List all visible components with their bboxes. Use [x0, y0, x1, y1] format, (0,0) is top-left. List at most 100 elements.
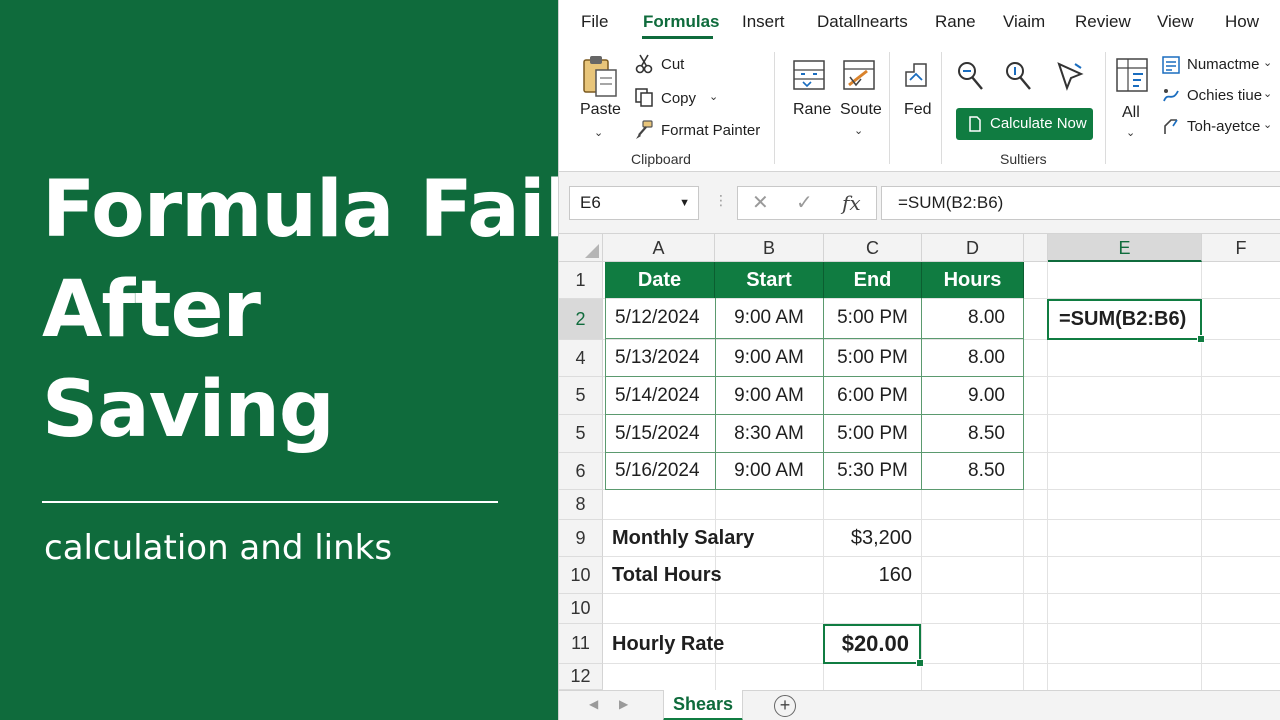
document-icon: [969, 116, 981, 132]
menu-file[interactable]: File: [581, 12, 608, 32]
table-cell[interactable]: 5:00 PM: [824, 415, 922, 453]
remove-arrows-icon: [1057, 62, 1084, 91]
soute-button[interactable]: Soute: [840, 101, 882, 119]
enter-check-icon[interactable]: ✓: [796, 193, 813, 213]
name-box[interactable]: E6 ▼: [569, 186, 699, 220]
ribbon-separator: [774, 52, 775, 164]
menu-viaim[interactable]: Viaim: [1003, 12, 1045, 32]
trace-precedents-icon: [958, 62, 983, 90]
copy-chevron-icon[interactable]: ⌄: [709, 88, 718, 106]
menu-view[interactable]: View: [1157, 12, 1194, 32]
table-cell[interactable]: 9:00 AM: [715, 453, 824, 490]
hourly-rate-value[interactable]: $20.00: [823, 624, 924, 667]
row-header[interactable]: 10: [559, 557, 603, 594]
table-cell[interactable]: 8.50: [922, 415, 1024, 453]
row-header[interactable]: 12: [559, 664, 603, 690]
total-hours-value[interactable]: 160: [824, 557, 912, 594]
table-cell[interactable]: 5/16/2024: [605, 453, 716, 490]
fed-button[interactable]: Fed: [904, 101, 932, 119]
ribbon-separator: [941, 52, 942, 164]
row-header[interactable]: 2: [559, 299, 603, 340]
row-header[interactable]: 1: [559, 262, 603, 299]
column-header-a[interactable]: A: [603, 234, 715, 262]
table-cell[interactable]: 5/14/2024: [605, 377, 716, 415]
cancel-icon[interactable]: ✕: [752, 193, 769, 213]
formula-bar: E6 ▼ ⋮ ✕ ✓ fx =SUM(B2:B6): [559, 172, 1280, 234]
table-cell[interactable]: 5/12/2024: [605, 298, 716, 339]
format-painter-button[interactable]: Format Painter: [661, 122, 760, 140]
row-header[interactable]: 4: [559, 340, 603, 377]
menu-insert[interactable]: Insert: [742, 12, 785, 32]
row-header[interactable]: 8: [559, 490, 603, 520]
column-header-f[interactable]: F: [1202, 234, 1280, 262]
add-sheet-icon[interactable]: +: [774, 695, 796, 717]
table-cell[interactable]: 8.50: [922, 453, 1024, 490]
ochies-chevron-icon[interactable]: ⌄: [1263, 85, 1272, 103]
numactme-chevron-icon[interactable]: ⌄: [1263, 54, 1272, 72]
name-box-value: E6: [580, 193, 601, 212]
select-all-corner[interactable]: [559, 234, 603, 262]
table-cell[interactable]: 8:30 AM: [715, 415, 824, 453]
table-header-hours: Hours: [922, 262, 1024, 298]
menu-review[interactable]: Review: [1075, 12, 1131, 32]
menu-data[interactable]: Datallnearts: [817, 12, 908, 32]
active-cell-e6[interactable]: =SUM(B2:B6): [1047, 299, 1205, 343]
column-header-b[interactable]: B: [715, 234, 824, 262]
row-header[interactable]: 5: [559, 377, 603, 415]
drag-handle-icon[interactable]: ⋮: [714, 192, 728, 209]
column-header-e[interactable]: E: [1048, 234, 1202, 262]
paste-icon: [583, 56, 617, 97]
name-box-dropdown-icon[interactable]: ▼: [679, 187, 690, 219]
row-header[interactable]: 6: [559, 453, 603, 490]
table-cell[interactable]: 5:30 PM: [824, 453, 922, 490]
title-divider: [42, 501, 498, 503]
table-cell[interactable]: 5/15/2024: [605, 415, 716, 453]
table-cell[interactable]: 9:00 AM: [715, 298, 824, 339]
row-header[interactable]: 11: [559, 624, 603, 664]
copy-button[interactable]: Copy: [661, 90, 696, 108]
trace-dependents-icon: [1006, 62, 1031, 90]
menu-rane[interactable]: Rane: [935, 12, 976, 32]
column-header-d[interactable]: D: [922, 234, 1024, 262]
table-cell[interactable]: 5:00 PM: [824, 298, 922, 339]
cut-button[interactable]: Cut: [661, 56, 684, 74]
soute-chevron-icon[interactable]: ⌄: [854, 122, 863, 140]
hourly-rate-label[interactable]: Hourly Rate: [605, 624, 823, 664]
all-chevron-icon[interactable]: ⌄: [1126, 124, 1135, 142]
row-header[interactable]: 10: [559, 594, 603, 624]
formula-input[interactable]: =SUM(B2:B6): [881, 186, 1280, 220]
column-header-spacer: [1024, 234, 1048, 262]
copy-icon: [635, 88, 653, 107]
monthly-salary-value[interactable]: $3,200: [824, 520, 912, 557]
table-cell[interactable]: 9:00 AM: [715, 377, 824, 415]
table-cell[interactable]: 9.00: [922, 377, 1024, 415]
table-cell[interactable]: 5/13/2024: [605, 339, 716, 377]
ochies-tiue-button[interactable]: Ochies tiue: [1187, 87, 1262, 105]
table-cell[interactable]: 9:00 AM: [715, 339, 824, 377]
menu-how[interactable]: How: [1225, 12, 1259, 32]
calculate-now-button[interactable]: Calculate Now: [956, 108, 1093, 140]
table-cell[interactable]: 8.00: [922, 298, 1024, 339]
numactme-button[interactable]: Numactme: [1187, 56, 1260, 74]
total-hours-label[interactable]: Total Hours: [605, 557, 823, 594]
row-header[interactable]: 9: [559, 520, 603, 557]
previous-sheet-icon[interactable]: ◀: [589, 697, 598, 711]
paste-chevron-icon[interactable]: ⌄: [594, 124, 603, 142]
worksheet-grid: A B C D E F 1 2 4 5 5 6 8 9 10 10 11 12: [559, 234, 1280, 690]
next-sheet-icon[interactable]: ▶: [619, 697, 628, 711]
toh-ayetce-chevron-icon[interactable]: ⌄: [1263, 116, 1272, 134]
menu-formulas[interactable]: Formulas: [643, 12, 720, 32]
column-header-c[interactable]: C: [824, 234, 922, 262]
rane-button[interactable]: Rane: [793, 101, 831, 119]
all-button[interactable]: All: [1122, 104, 1140, 122]
paste-label: Paste: [580, 101, 621, 118]
row-header[interactable]: 5: [559, 415, 603, 453]
table-cell[interactable]: 6:00 PM: [824, 377, 922, 415]
monthly-salary-label[interactable]: Monthly Salary: [605, 520, 823, 557]
sheet-tab[interactable]: Shears: [663, 690, 743, 720]
table-header-end: End: [824, 262, 922, 298]
insert-function-icon[interactable]: fx: [842, 193, 861, 213]
table-cell[interactable]: 5:00 PM: [824, 339, 922, 377]
toh-ayetce-button[interactable]: Toh-ayetce: [1187, 118, 1260, 136]
table-cell[interactable]: 8.00: [922, 339, 1024, 377]
